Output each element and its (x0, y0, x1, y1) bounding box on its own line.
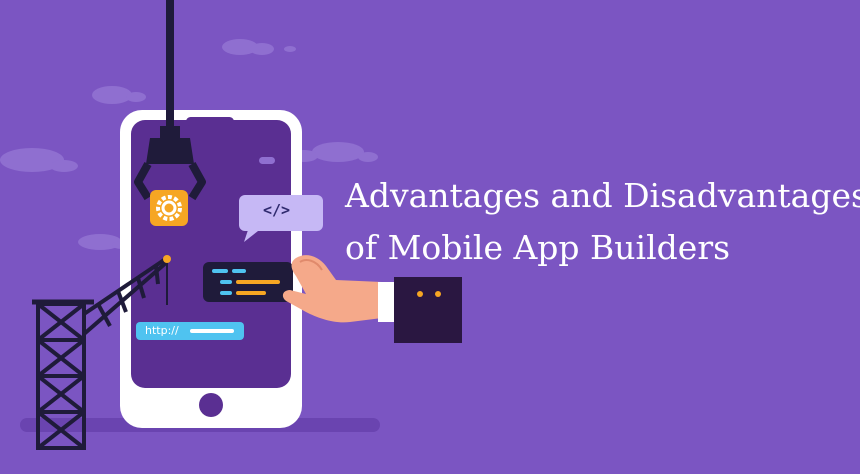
code-bubble-label: </> (263, 201, 291, 219)
banner: </> http:// Advantages and Disadvantages… (0, 0, 860, 474)
cloud-icon (222, 39, 296, 55)
title-line-2: of Mobile App Builders (345, 228, 731, 267)
cloud-icon (0, 148, 78, 172)
code-snippet-icon (203, 262, 293, 302)
page-title: Advantages and Disadvantages of Mobile A… (345, 170, 860, 274)
home-button-icon (199, 393, 223, 417)
title-line-1: Advantages and Disadvantages (345, 176, 860, 215)
crane-joint (163, 255, 171, 263)
gear-icon (150, 190, 188, 226)
cloud-icon (290, 142, 378, 162)
url-bar-label: http:// (145, 324, 179, 337)
cloud-icon (92, 86, 146, 104)
